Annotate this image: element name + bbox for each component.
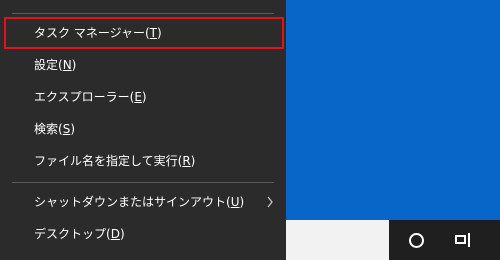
menu-item-accel-key: T	[149, 26, 158, 40]
menu-item-label: 設定(	[34, 58, 63, 72]
menu-item-accel-key: E	[134, 90, 142, 104]
menu-item-label-close: )	[239, 195, 245, 209]
winx-context-menu: タスク マネージャー(T) 設定(N) エクスプローラー(E) 検索(S) ファ…	[0, 0, 286, 260]
menu-item-desktop[interactable]: デスクトップ(D)	[4, 218, 284, 250]
cortana-button[interactable]	[396, 220, 436, 260]
menu-item-task-manager[interactable]: タスク マネージャー(T)	[4, 17, 284, 49]
menu-separator	[12, 182, 274, 183]
menu-item-label: 検索(	[34, 122, 63, 136]
menu-item-search[interactable]: 検索(S)	[4, 113, 284, 145]
menu-item-label: デスクトップ(	[34, 227, 111, 241]
menu-item-label-close: )	[71, 58, 77, 72]
menu-item-label: ファイル名を指定して実行(	[34, 154, 183, 168]
menu-item-label: シャットダウンまたはサインアウト(	[34, 195, 231, 209]
menu-separator	[12, 13, 274, 14]
menu-item-run[interactable]: ファイル名を指定して実行(R)	[4, 145, 284, 177]
menu-item-label: タスク マネージャー(	[34, 26, 150, 40]
cortana-ring-icon	[408, 232, 424, 248]
task-view-button[interactable]	[444, 220, 484, 260]
task-view-icon	[455, 233, 473, 247]
menu-item-label-close: )	[190, 154, 196, 168]
menu-item-explorer[interactable]: エクスプローラー(E)	[4, 81, 284, 113]
menu-item-shutdown-signout[interactable]: シャットダウンまたはサインアウト(U)	[4, 186, 284, 218]
menu-item-label-close: )	[141, 90, 147, 104]
menu-item-accel-key: D	[110, 227, 120, 241]
menu-item-accel-key: R	[182, 154, 191, 168]
menu-item-settings[interactable]: 設定(N)	[4, 49, 284, 81]
menu-item-label-close: )	[70, 122, 75, 136]
menu-item-label-close: )	[157, 26, 162, 40]
taskbar-search-box[interactable]	[286, 220, 389, 260]
menu-item-label-close: )	[119, 227, 125, 241]
menu-item-accel-key: N	[62, 58, 72, 72]
menu-item-label: エクスプローラー(	[34, 90, 135, 104]
